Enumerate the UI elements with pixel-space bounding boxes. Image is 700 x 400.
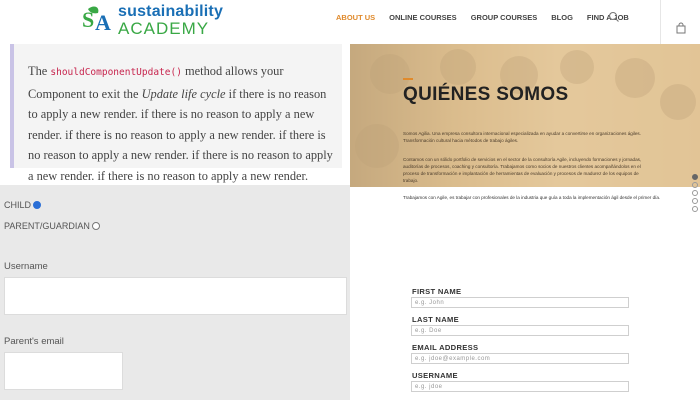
about-paragraph-1: Somos Agilia. Una empresa consultora int… <box>403 131 641 143</box>
username-input[interactable] <box>4 277 347 315</box>
nav-blog[interactable]: BLOG <box>549 13 575 22</box>
main-nav: ABOUT US ONLINE COURSES GROUP COURSES BL… <box>334 13 631 22</box>
blockquote-text: The shouldComponentUpdate() method allow… <box>28 64 333 183</box>
last-name-input[interactable]: e.g. Doe <box>411 325 629 336</box>
shopping-bag-icon[interactable] <box>675 22 687 34</box>
radio-child-input[interactable] <box>33 201 42 209</box>
svg-text:A: A <box>95 10 111 35</box>
logo-text-bottom: ACADEMY <box>118 18 210 38</box>
radio-child-label: CHILD <box>4 200 32 210</box>
slide-dot[interactable] <box>692 198 698 204</box>
logo-text-top: sustainability <box>118 2 224 20</box>
first-name-input[interactable]: e.g. John <box>411 297 629 308</box>
nav-online-courses[interactable]: ONLINE COURSES <box>387 13 459 22</box>
first-name-label: FIRST NAME <box>412 287 462 296</box>
email-input[interactable]: e.g. jdoe@example.com <box>411 353 629 364</box>
logo-leaf-icon: S A <box>82 6 111 35</box>
slide-nav-dots <box>692 172 698 214</box>
parent-email-label: Parent's email <box>4 336 64 347</box>
inline-code: shouldComponentUpdate() <box>50 67 182 78</box>
emphasis: Update life cycle <box>141 86 226 101</box>
slide-dot[interactable] <box>692 174 698 180</box>
slide-dot[interactable] <box>692 182 698 188</box>
username-label-right: USERNAME <box>412 371 458 380</box>
site-header: S A sustainability ACADEMY ABOUT US ONLI… <box>0 0 700 45</box>
parent-email-input[interactable] <box>4 352 123 390</box>
search-icon[interactable] <box>608 11 620 23</box>
radio-parent-label: PARENT/GUARDIAN <box>4 221 90 231</box>
radio-parent-input[interactable] <box>91 222 100 230</box>
slide-dot[interactable] <box>692 190 698 196</box>
site-logo[interactable]: S A sustainability ACADEMY <box>82 3 223 37</box>
about-banner: QUIÉNES SOMOS Somos Agilia. Una empresa … <box>350 44 700 187</box>
radio-child[interactable]: CHILD <box>4 200 42 210</box>
username-input-right[interactable]: e.g. jdoe <box>411 381 629 392</box>
header-divider <box>660 0 661 44</box>
blockquote: The shouldComponentUpdate() method allow… <box>10 44 342 183</box>
email-label: EMAIL ADDRESS <box>412 343 479 352</box>
radio-parent[interactable]: PARENT/GUARDIAN <box>4 221 100 231</box>
about-paragraph-3: Trabajamos con Agile, es trabajar con pr… <box>403 195 661 200</box>
about-heading: QUIÉNES SOMOS <box>403 84 569 105</box>
slide-dot[interactable] <box>692 206 698 212</box>
about-paragraph-2: Contamos con un sólido portfolio de serv… <box>403 157 642 183</box>
about-continued: Trabajamos con Agile, es trabajar con pr… <box>350 187 700 400</box>
quote-section: The shouldComponentUpdate() method allow… <box>0 44 350 185</box>
last-name-label: LAST NAME <box>412 315 459 324</box>
heading-accent-bar <box>403 78 413 80</box>
nav-group-courses[interactable]: GROUP COURSES <box>469 13 540 22</box>
nav-about-us[interactable]: ABOUT US <box>334 13 377 22</box>
username-label: Username <box>4 261 48 272</box>
signup-form-left: CHILD PARENT/GUARDIAN Username Parent's … <box>0 185 350 400</box>
